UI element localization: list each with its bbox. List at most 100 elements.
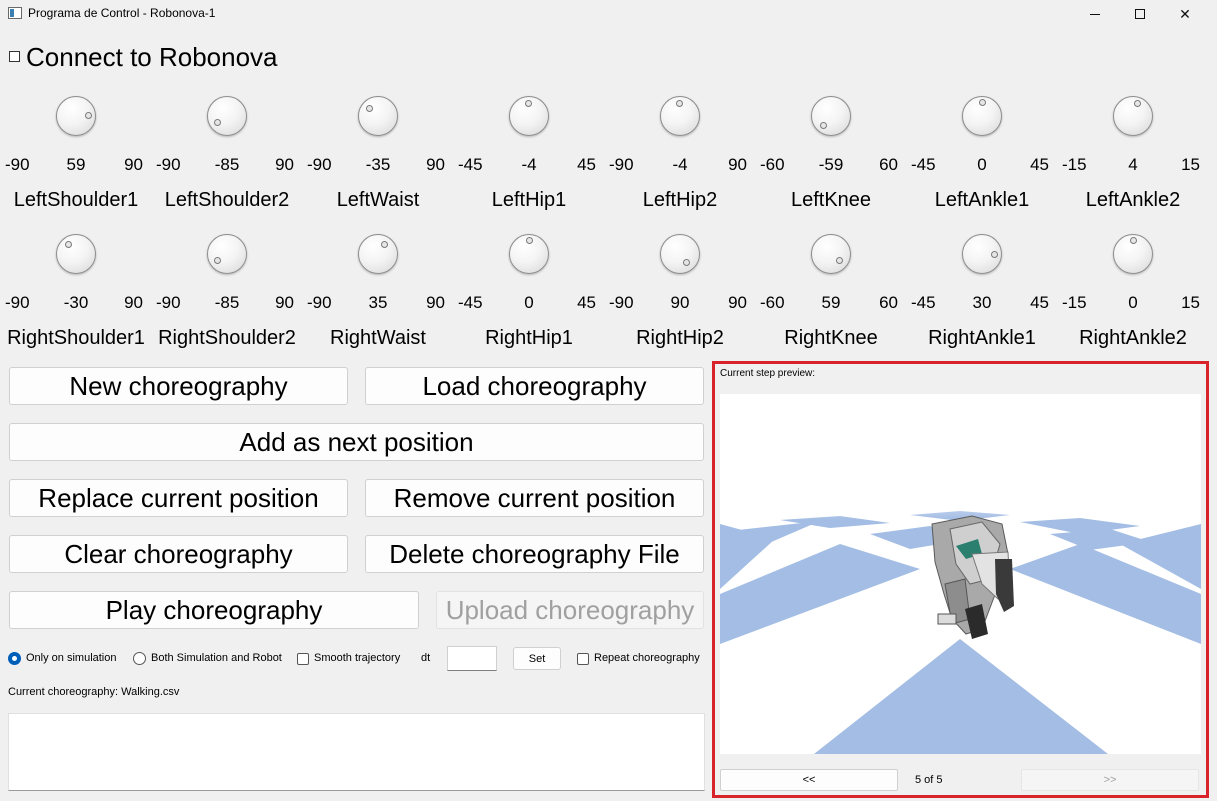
joint-name: RightShoulder1 (7, 327, 145, 349)
range-max: 90 (124, 293, 143, 312)
clear-choreography-button[interactable]: Clear choreography (9, 535, 348, 573)
joint-right-hip1: -45 0 45 RightHip1 (454, 234, 604, 364)
right-hip2-dial[interactable] (660, 234, 700, 274)
left-hip1-dial[interactable] (509, 96, 549, 136)
new-choreography-button[interactable]: New choreography (9, 367, 348, 405)
range-max: 15 (1181, 155, 1200, 174)
joint-left-knee: -60 -59 60 LeftKnee (756, 96, 906, 226)
remove-position-button[interactable]: Remove current position (365, 479, 704, 517)
close-icon: ✕ (1179, 5, 1191, 22)
only-simulation-label[interactable]: Only on simulation (26, 652, 117, 664)
dial-indicator (65, 241, 72, 248)
range-max: 90 (426, 155, 445, 174)
maximize-button[interactable] (1117, 0, 1163, 28)
joint-name: RightWaist (330, 327, 426, 349)
joint-name: RightKnee (784, 327, 878, 349)
only-simulation-radio[interactable] (8, 652, 21, 665)
right-shoulder2-dial[interactable] (207, 234, 247, 274)
range-max: 90 (124, 155, 143, 174)
current-choreography-label: Current choreography: Walking.csv (8, 686, 180, 698)
maximize-icon (1135, 9, 1145, 19)
step-preview-panel: Current step preview: << 5 of 5 >> (712, 361, 1209, 798)
right-ankle2-dial[interactable] (1113, 234, 1153, 274)
replace-position-button[interactable]: Replace current position (9, 479, 348, 517)
range-max: 15 (1181, 293, 1200, 312)
window-title: Programa de Control - Robonova-1 (28, 6, 216, 20)
range-max: 90 (728, 293, 747, 312)
main-window: Programa de Control - Robonova-1 ✕ Conne… (0, 0, 1217, 801)
right-knee-dial[interactable] (811, 234, 851, 274)
range-max: 60 (879, 155, 898, 174)
simulation-scene (720, 394, 1201, 754)
dial-indicator (1134, 100, 1141, 107)
dial-indicator (683, 259, 690, 266)
left-waist-dial[interactable] (358, 96, 398, 136)
add-next-position-button[interactable]: Add as next position (9, 423, 704, 461)
dial-indicator (979, 99, 986, 106)
range-max: 60 (879, 293, 898, 312)
joint-name: LeftHip2 (642, 189, 718, 211)
joint-right-shoulder1: -90 -30 90 RightShoulder1 (1, 234, 151, 364)
repeat-choreography-label[interactable]: Repeat choreography (594, 652, 700, 664)
load-choreography-button[interactable]: Load choreography (365, 367, 704, 405)
range-max: 90 (275, 155, 294, 174)
joint-right-shoulder2: -90 -85 90 RightShoulder2 (152, 234, 302, 364)
dial-indicator (85, 112, 92, 119)
joint-left-waist: -90 -35 90 LeftWaist (303, 96, 453, 226)
left-ankle1-dial[interactable] (962, 96, 1002, 136)
right-hip1-dial[interactable] (509, 234, 549, 274)
dial-indicator (820, 122, 827, 129)
joint-name: LeftAnkle1 (934, 189, 1030, 211)
joint-right-waist: -90 35 90 RightWaist (303, 234, 453, 364)
joint-name: LeftKnee (790, 189, 872, 211)
joint-name: LeftWaist (336, 189, 420, 211)
repeat-choreography-checkbox[interactable] (577, 653, 589, 665)
joint-left-hip2: -90 -4 90 LeftHip2 (605, 96, 755, 226)
dial-indicator (1130, 237, 1137, 244)
dt-input[interactable] (447, 646, 497, 671)
both-sim-robot-label[interactable]: Both Simulation and Robot (151, 652, 282, 664)
upload-choreography-button[interactable]: Upload choreography (436, 591, 704, 629)
play-choreography-button[interactable]: Play choreography (9, 591, 419, 629)
dt-label: dt (421, 652, 431, 664)
range-max: 45 (577, 155, 596, 174)
smooth-trajectory-checkbox[interactable] (297, 653, 309, 665)
dial-indicator (381, 241, 388, 248)
smooth-trajectory-label[interactable]: Smooth trajectory (314, 652, 400, 664)
previous-step-button[interactable]: << (720, 769, 898, 791)
minimize-button[interactable] (1072, 0, 1118, 28)
joint-right-hip2: -90 90 90 RightHip2 (605, 234, 755, 364)
joint-name: LeftShoulder1 (13, 189, 139, 211)
joint-left-ankle1: -45 0 45 LeftAnkle1 (907, 96, 1057, 226)
simulation-viewport[interactable] (720, 394, 1201, 754)
close-button[interactable]: ✕ (1162, 0, 1208, 28)
range-max: 45 (1030, 155, 1049, 174)
joint-right-knee: -60 59 60 RightKnee (756, 234, 906, 364)
next-step-button[interactable]: >> (1021, 769, 1199, 791)
right-ankle1-dial[interactable] (962, 234, 1002, 274)
dial-indicator (214, 119, 221, 126)
right-shoulder1-dial[interactable] (56, 234, 96, 274)
joint-left-ankle2: -15 4 15 LeftAnkle2 (1058, 96, 1208, 226)
preview-label: Current step preview: (720, 368, 816, 379)
dial-indicator (676, 100, 683, 107)
left-hip2-dial[interactable] (660, 96, 700, 136)
range-max: 45 (1030, 293, 1049, 312)
range-max: 45 (577, 293, 596, 312)
delete-choreography-file-button[interactable]: Delete choreography File (365, 535, 704, 573)
connect-checkbox[interactable] (9, 51, 20, 62)
right-waist-dial[interactable] (358, 234, 398, 274)
choreography-log-area[interactable] (8, 713, 705, 791)
left-shoulder2-dial[interactable] (207, 96, 247, 136)
joint-left-shoulder1: -90 59 90 LeftShoulder1 (1, 96, 151, 226)
left-ankle2-dial[interactable] (1113, 96, 1153, 136)
dial-indicator (525, 100, 532, 107)
dial-indicator (214, 257, 221, 264)
joint-left-shoulder2: -90 -85 90 LeftShoulder2 (152, 96, 302, 226)
connect-label[interactable]: Connect to Robonova (26, 42, 278, 73)
range-max: 90 (728, 155, 747, 174)
left-shoulder1-dial[interactable] (56, 96, 96, 136)
set-dt-button[interactable]: Set (513, 647, 561, 670)
left-knee-dial[interactable] (811, 96, 851, 136)
both-sim-robot-radio[interactable] (133, 652, 146, 665)
